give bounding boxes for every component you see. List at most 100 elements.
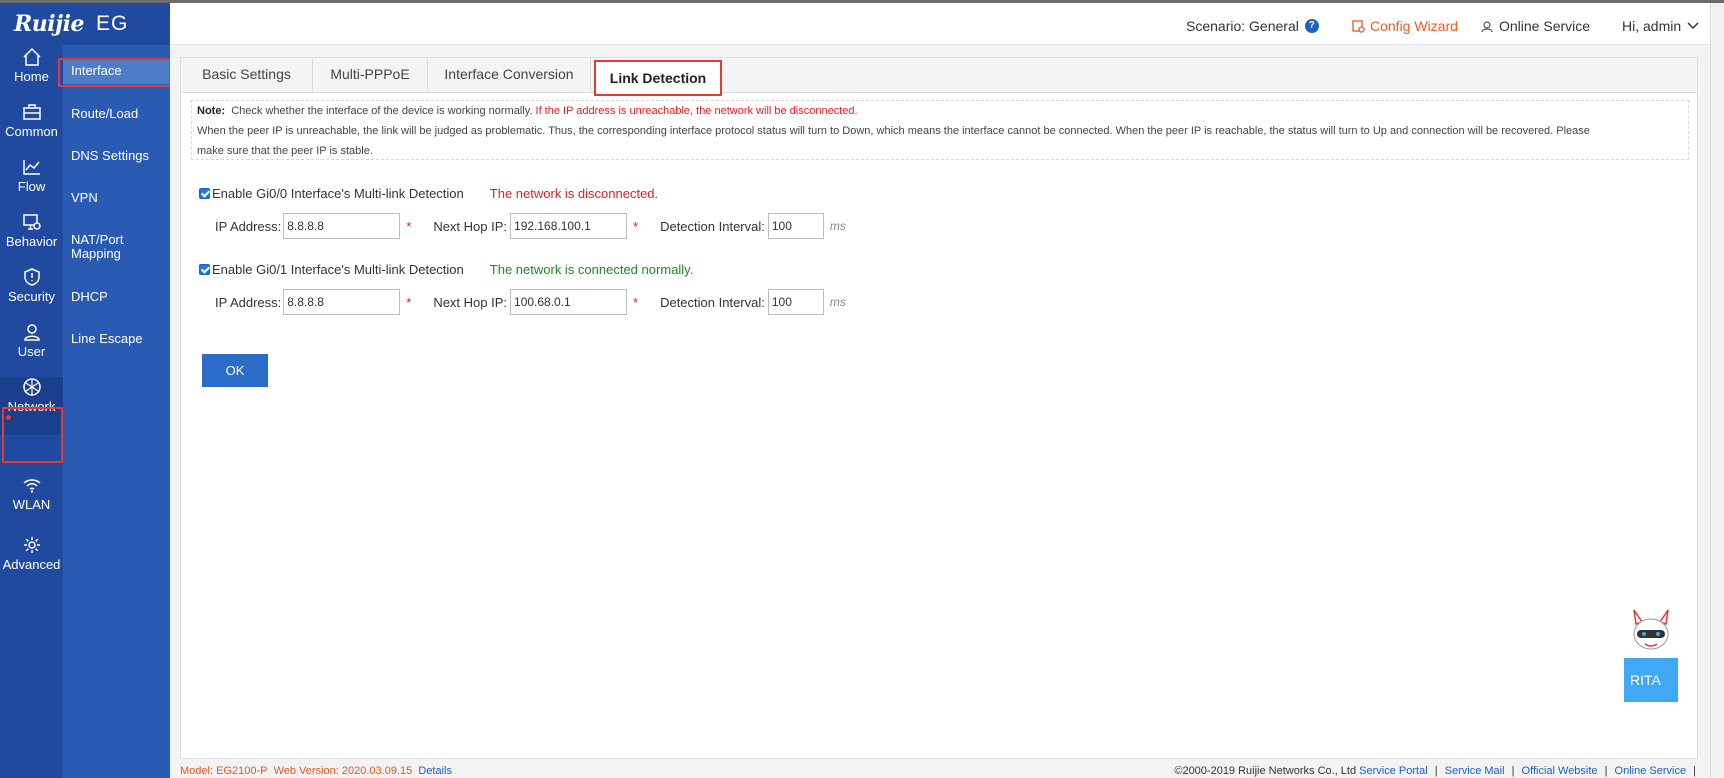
shield-icon (23, 268, 40, 286)
sidebar-item-home[interactable]: Home (0, 47, 63, 105)
footer-info: Model: EG2100-P Web Version: 2020.03.09.… (180, 765, 452, 777)
tab-link-detection[interactable]: Link Detection (594, 60, 722, 96)
help-icon[interactable]: ? (1304, 19, 1319, 33)
sidebar-item-label: WLAN (12, 497, 51, 512)
sub-sidebar: Interface Route/Load DNS Settings VPN NA… (63, 45, 170, 778)
checkbox-label: Enable Gi0/1 Interface's Multi-link Dete… (212, 262, 464, 277)
ip-label: IP Address: (215, 218, 282, 234)
details-link[interactable]: Details (418, 765, 452, 777)
checkbox-label: Enable Gi0/0 Interface's Multi-link Dete… (212, 186, 464, 201)
vertical-scrollbar[interactable] (1710, 3, 1724, 778)
service-mail-link[interactable]: Service Mail (1445, 765, 1505, 777)
separator: | (1693, 765, 1696, 777)
subnav-item-dhcp[interactable]: DHCP (63, 290, 170, 304)
separator: | (1434, 765, 1438, 777)
detection-row-gi0-1: Enable Gi0/1 Interface's Multi-link Dete… (199, 262, 693, 277)
sidebar-item-label: Home (14, 69, 49, 84)
detection-row-gi0-0: Enable Gi0/0 Interface's Multi-link Dete… (199, 186, 658, 201)
note-box: Note: Check whether the interface of the… (191, 100, 1689, 160)
separator: | (1511, 765, 1515, 777)
greeting-label: Hi, admin (1622, 18, 1682, 34)
required-mark: * (406, 218, 412, 234)
checkbox-gi0-1[interactable] (199, 264, 210, 275)
sidebar-item-label: Common (5, 124, 58, 139)
sidebar-item-security[interactable]: Security (0, 267, 63, 325)
required-mark: * (406, 294, 412, 310)
sidebar-item-user[interactable]: User (0, 322, 63, 380)
chart-line-icon (22, 160, 40, 175)
ok-button[interactable]: OK (202, 354, 268, 387)
subnav-item-nat-port-mapping[interactable]: NAT/Port Mapping (63, 233, 143, 261)
detection-interval-input[interactable]: 100 (767, 289, 824, 315)
status-text: The network is connected normally. (489, 262, 694, 277)
subnav-item-vpn[interactable]: VPN (63, 191, 170, 205)
briefcase-icon (22, 104, 41, 120)
checkbox-gi0-0[interactable] (199, 188, 210, 199)
highlight-network (2, 407, 63, 463)
subnav-item-line-escape[interactable]: Line Escape (63, 332, 170, 346)
note-detail: When the peer IP is unreachable, the lin… (197, 125, 1590, 137)
note-label: Note: (197, 105, 226, 117)
sidebar-item-label: Advanced (2, 557, 61, 572)
config-wizard-link[interactable]: Config Wizard (1352, 18, 1458, 34)
tab-interface-conversion[interactable]: Interface Conversion (428, 58, 591, 93)
fields-gi0-1: IP Address: 8.8.8.8 * Next Hop IP: 100.6… (215, 289, 846, 315)
model-value: EG2100-P (216, 765, 268, 777)
ip-address-input[interactable]: 8.8.8.8 (283, 289, 401, 315)
wizard-icon (1352, 19, 1365, 33)
official-website-link[interactable]: Official Website (1522, 765, 1598, 777)
service-portal-link[interactable]: Service Portal (1359, 765, 1427, 777)
sidebar-item-label: User (17, 344, 46, 359)
sidebar-item-behavior[interactable]: Behavior (0, 212, 63, 270)
unit-label: ms (829, 219, 846, 233)
required-mark: * (633, 218, 639, 234)
sidebar-item-advanced[interactable]: Advanced (0, 535, 63, 593)
subnav-item-route-load[interactable]: Route/Load (63, 107, 170, 121)
online-service-footer-link[interactable]: Online Service (1615, 765, 1687, 777)
user-menu[interactable]: Hi, admin (1622, 18, 1699, 34)
online-service-link[interactable]: Online Service (1480, 18, 1590, 34)
ip-address-input[interactable]: 8.8.8.8 (283, 213, 401, 239)
interval-label: Detection Interval: (660, 294, 765, 310)
scenario-label: Scenario: (1186, 18, 1246, 34)
brand-logo: Ruijie EG (0, 3, 170, 45)
tab-basic-settings[interactable]: Basic Settings (181, 58, 313, 93)
copyright: ©2000-2019 Ruijie Networks Co., Ltd (1174, 765, 1357, 777)
note-text: Check whether the interface of the devic… (231, 105, 533, 117)
robot-mascot-icon (1633, 609, 1669, 650)
next-hop-label: Next Hop IP: (433, 218, 508, 234)
scenario-value: General (1249, 18, 1299, 34)
tab-multi-pppoe[interactable]: Multi-PPPoE (313, 58, 428, 93)
interval-label: Detection Interval: (660, 218, 765, 234)
highlight-interface (58, 58, 171, 87)
main-content: Basic Settings Multi-PPPoE Interface Con… (170, 45, 1710, 778)
sidebar-item-flow[interactable]: Flow (0, 157, 63, 215)
home-icon (22, 47, 41, 66)
model-label: Model: (180, 765, 214, 777)
note-warning: If the IP address is unreachable, the ne… (535, 105, 858, 117)
ip-label: IP Address: (215, 294, 282, 310)
next-hop-input[interactable]: 192.168.100.1 (510, 213, 628, 239)
version-label: Web Version: (273, 765, 339, 777)
status-text: The network is disconnected. (489, 186, 659, 201)
fields-gi0-0: IP Address: 8.8.8.8 * Next Hop IP: 192.1… (215, 213, 846, 239)
detection-interval-input[interactable]: 100 (767, 213, 824, 239)
sidebar-item-wlan[interactable]: WLAN (0, 475, 63, 533)
logo-text: Ruijie (14, 11, 84, 37)
version-value: 2020.03.09.15 (341, 765, 413, 777)
subnav-item-dns-settings[interactable]: DNS Settings (63, 149, 170, 163)
top-header: Scenario: General ? Config Wizard Online… (170, 3, 1710, 45)
sidebar-item-common[interactable]: Common (0, 102, 63, 160)
config-wizard-label: Config Wizard (1370, 18, 1458, 34)
wifi-icon (22, 479, 41, 493)
sidebar-item-label: Flow (17, 179, 46, 194)
next-hop-input[interactable]: 100.68.0.1 (510, 289, 628, 315)
user-icon (23, 324, 40, 341)
monitor-gear-icon (22, 214, 41, 230)
required-mark: * (633, 294, 639, 310)
service-icon (1481, 20, 1493, 32)
rita-assistant[interactable]: RITA (1622, 606, 1680, 704)
product-name: EG (95, 12, 129, 35)
footer-links: ©2000-2019 Ruijie Networks Co., Ltd Serv… (1174, 765, 1700, 777)
globe-icon (22, 378, 41, 396)
